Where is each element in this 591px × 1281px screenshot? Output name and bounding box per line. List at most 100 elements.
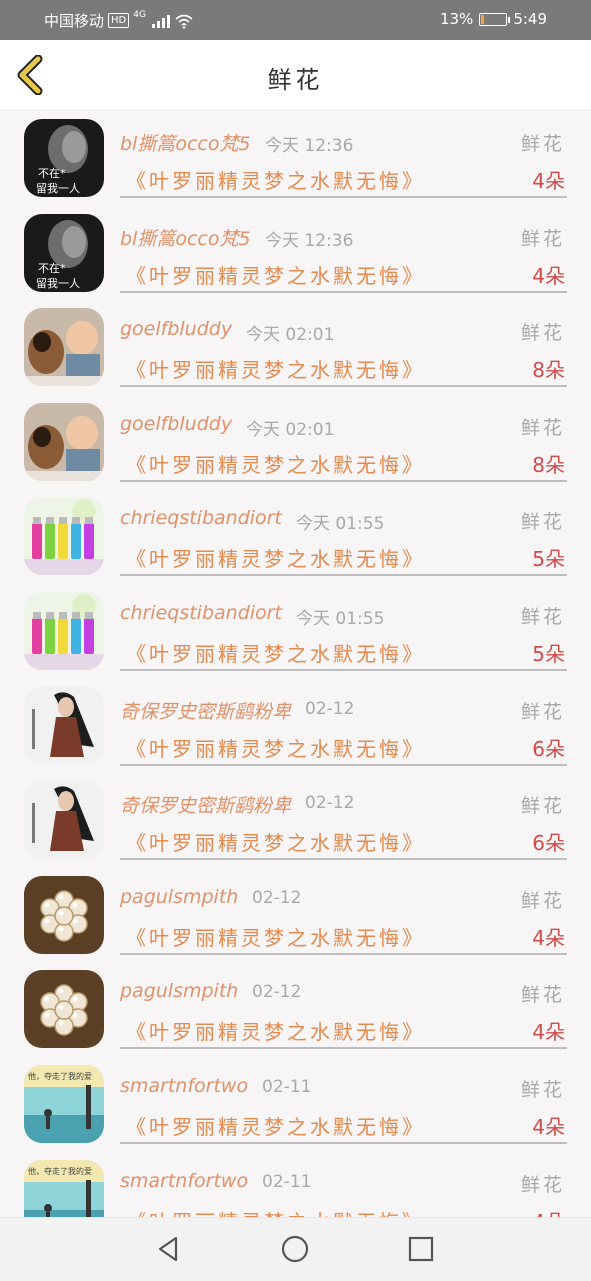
divider <box>120 479 567 482</box>
avatar[interactable]: 不在* 留我一人 <box>24 213 104 292</box>
avatar[interactable] <box>24 970 104 1049</box>
gift-record-row[interactable]: 他，夺走了我的爱 smartnfortwo 02-11 鲜花 《叶罗丽精灵梦之水… <box>0 1152 591 1217</box>
gift-count: 4朵 <box>532 1206 565 1217</box>
song-title[interactable]: 《叶罗丽精灵梦之水默无悔》 <box>126 733 425 762</box>
divider <box>120 952 567 955</box>
gift-type: 鲜花 <box>520 133 565 155</box>
gift-record-row[interactable]: goelfbluddy 今天 02:01 鲜花 《叶罗丽精灵梦之水默无悔》 8朵 <box>0 300 591 395</box>
gift-record-row[interactable]: 不在* 留我一人 bl撕篙occo梵5 今天 12:36 鲜花 《叶罗丽精灵梦之… <box>0 206 591 301</box>
navigation-bar <box>0 1217 591 1281</box>
gift-time: 02-12 <box>305 793 355 814</box>
sender-name[interactable]: smartnfortwo <box>120 1170 248 1192</box>
svg-text:不在*: 不在* <box>38 167 66 180</box>
avatar[interactable] <box>24 591 104 670</box>
gift-count: 8朵 <box>532 358 565 383</box>
signal-icon <box>151 14 170 28</box>
gift-time: 今天 12:36 <box>265 230 354 251</box>
sender-name[interactable]: chrieqstibandiort <box>120 602 282 624</box>
song-title[interactable]: 《叶罗丽精灵梦之水默无悔》 <box>126 543 425 572</box>
clock: 5:49 <box>513 10 547 28</box>
song-title[interactable]: 《叶罗丽精灵梦之水默无悔》 <box>126 827 425 856</box>
song-title[interactable]: 《叶罗丽精灵梦之水默无悔》 <box>126 1111 425 1140</box>
gift-record-row[interactable]: 不在* 留我一人 bl撕篙occo梵5 今天 12:36 鲜花 《叶罗丽精灵梦之… <box>0 111 591 206</box>
gift-type: 鲜花 <box>520 1173 565 1196</box>
sender-name[interactable]: 奇保罗史密斯鹞粉卑 <box>120 791 291 818</box>
gift-count: 4朵 <box>532 1114 565 1139</box>
avatar[interactable] <box>24 686 104 765</box>
gift-type: 鲜花 <box>520 227 565 250</box>
gift-type: 鲜花 <box>520 984 565 1007</box>
gift-type: 鲜花 <box>520 605 565 628</box>
gift-type: 鲜花 <box>520 416 565 439</box>
triangle-back-icon[interactable] <box>154 1234 184 1264</box>
song-title[interactable]: 《叶罗丽精灵梦之水默无悔》 <box>126 449 425 478</box>
divider <box>120 196 567 198</box>
song-title[interactable]: 《叶罗丽精灵梦之水默无悔》 <box>126 1016 425 1045</box>
status-left: 中国移动 HD 4G <box>44 10 194 31</box>
gift-count: 6朵 <box>532 736 565 761</box>
title-bar: 鲜花 <box>0 40 591 111</box>
gift-type: 鲜花 <box>520 1078 565 1101</box>
avatar[interactable] <box>24 402 104 481</box>
sender-name[interactable]: bl撕篙occo梵5 <box>120 224 251 251</box>
square-recents-icon[interactable] <box>406 1234 436 1264</box>
song-title[interactable]: 《叶罗丽精灵梦之水默无悔》 <box>126 922 425 951</box>
divider <box>120 1047 567 1050</box>
gift-record-row[interactable]: 奇保罗史密斯鹞粉卑 02-12 鲜花 《叶罗丽精灵梦之水默无悔》 6朵 <box>0 679 591 774</box>
avatar[interactable] <box>24 497 104 576</box>
carrier-label: 中国移动 <box>44 12 105 30</box>
gift-time: 02-12 <box>252 887 302 908</box>
gift-record-row[interactable]: chrieqstibandiort 今天 01:55 鲜花 《叶罗丽精灵梦之水默… <box>0 489 591 584</box>
battery-icon <box>479 12 511 26</box>
sender-name[interactable]: pagulsmpith <box>120 886 238 908</box>
avatar[interactable] <box>24 875 104 954</box>
sender-name[interactable]: goelfbluddy <box>120 413 232 435</box>
sender-name[interactable]: smartnfortwo <box>120 1075 248 1097</box>
page-title: 鲜花 <box>267 66 324 94</box>
avatar[interactable]: 他，夺走了我的爱 <box>24 1064 104 1143</box>
sender-name[interactable]: 奇保罗史密斯鹞粉卑 <box>120 697 291 724</box>
sender-name[interactable]: pagulsmpith <box>120 980 238 1002</box>
avatar[interactable] <box>24 308 104 387</box>
gift-record-row[interactable]: pagulsmpith 02-12 鲜花 《叶罗丽精灵梦之水默无悔》 4朵 <box>0 962 591 1057</box>
gift-count: 5朵 <box>532 641 565 666</box>
avatar[interactable]: 他，夺走了我的爱 <box>24 1159 104 1217</box>
status-bar: 中国移动 HD 4G 13% 5:49 <box>0 0 591 40</box>
divider <box>120 668 567 671</box>
gift-count: 4朵 <box>532 263 565 288</box>
svg-text:留我一人: 留我一人 <box>36 182 80 195</box>
gift-count: 5朵 <box>532 547 565 572</box>
sender-name[interactable]: chrieqstibandiort <box>120 507 282 529</box>
gift-record-row[interactable]: pagulsmpith 02-12 鲜花 《叶罗丽精灵梦之水默无悔》 4朵 <box>0 868 591 963</box>
gift-record-row[interactable]: 他，夺走了我的爱 smartnfortwo 02-11 鲜花 《叶罗丽精灵梦之水… <box>0 1057 591 1152</box>
song-title[interactable]: 《叶罗丽精灵梦之水默无悔》 <box>126 260 425 289</box>
gift-time: 今天 01:55 <box>296 608 385 629</box>
divider <box>120 858 567 861</box>
svg-text:留我一人: 留我一人 <box>36 277 80 290</box>
gift-record-row[interactable]: chrieqstibandiort 今天 01:55 鲜花 《叶罗丽精灵梦之水默… <box>0 584 591 679</box>
divider <box>120 385 567 388</box>
status-right: 13% 5:49 <box>440 10 547 28</box>
song-title[interactable]: 《叶罗丽精灵梦之水默无悔》 <box>126 165 425 194</box>
battery-fill <box>481 14 485 24</box>
gift-time: 今天 02:01 <box>246 419 335 440</box>
gift-record-row[interactable]: goelfbluddy 今天 02:01 鲜花 《叶罗丽精灵梦之水默无悔》 8朵 <box>0 395 591 490</box>
song-title[interactable]: 《叶罗丽精灵梦之水默无悔》 <box>126 638 425 667</box>
avatar[interactable]: 不在* 留我一人 <box>24 119 104 197</box>
song-title[interactable]: 《叶罗丽精灵梦之水默无悔》 <box>126 354 425 383</box>
gift-time: 02-12 <box>252 982 302 1003</box>
gift-type: 鲜花 <box>520 700 565 723</box>
gift-list[interactable]: 不在* 留我一人 bl撕篙occo梵5 今天 12:36 鲜花 《叶罗丽精灵梦之… <box>0 111 591 1217</box>
gift-count: 4朵 <box>532 1020 565 1045</box>
battery-percent: 13% <box>439 10 474 28</box>
sender-name[interactable]: goelfbluddy <box>120 318 232 340</box>
svg-text:不在*: 不在* <box>38 262 66 275</box>
gift-type: 鲜花 <box>520 511 565 534</box>
circle-home-icon[interactable] <box>280 1234 310 1264</box>
gift-type: 鲜花 <box>520 795 565 818</box>
avatar[interactable] <box>24 781 104 860</box>
gift-record-row[interactable]: 奇保罗史密斯鹞粉卑 02-12 鲜花 《叶罗丽精灵梦之水默无悔》 6朵 <box>0 773 591 868</box>
song-title[interactable]: 《叶罗丽精灵梦之水默无悔》 <box>126 1206 425 1217</box>
sender-name[interactable]: bl撕篙occo梵5 <box>120 129 251 156</box>
gift-count: 4朵 <box>532 925 565 950</box>
